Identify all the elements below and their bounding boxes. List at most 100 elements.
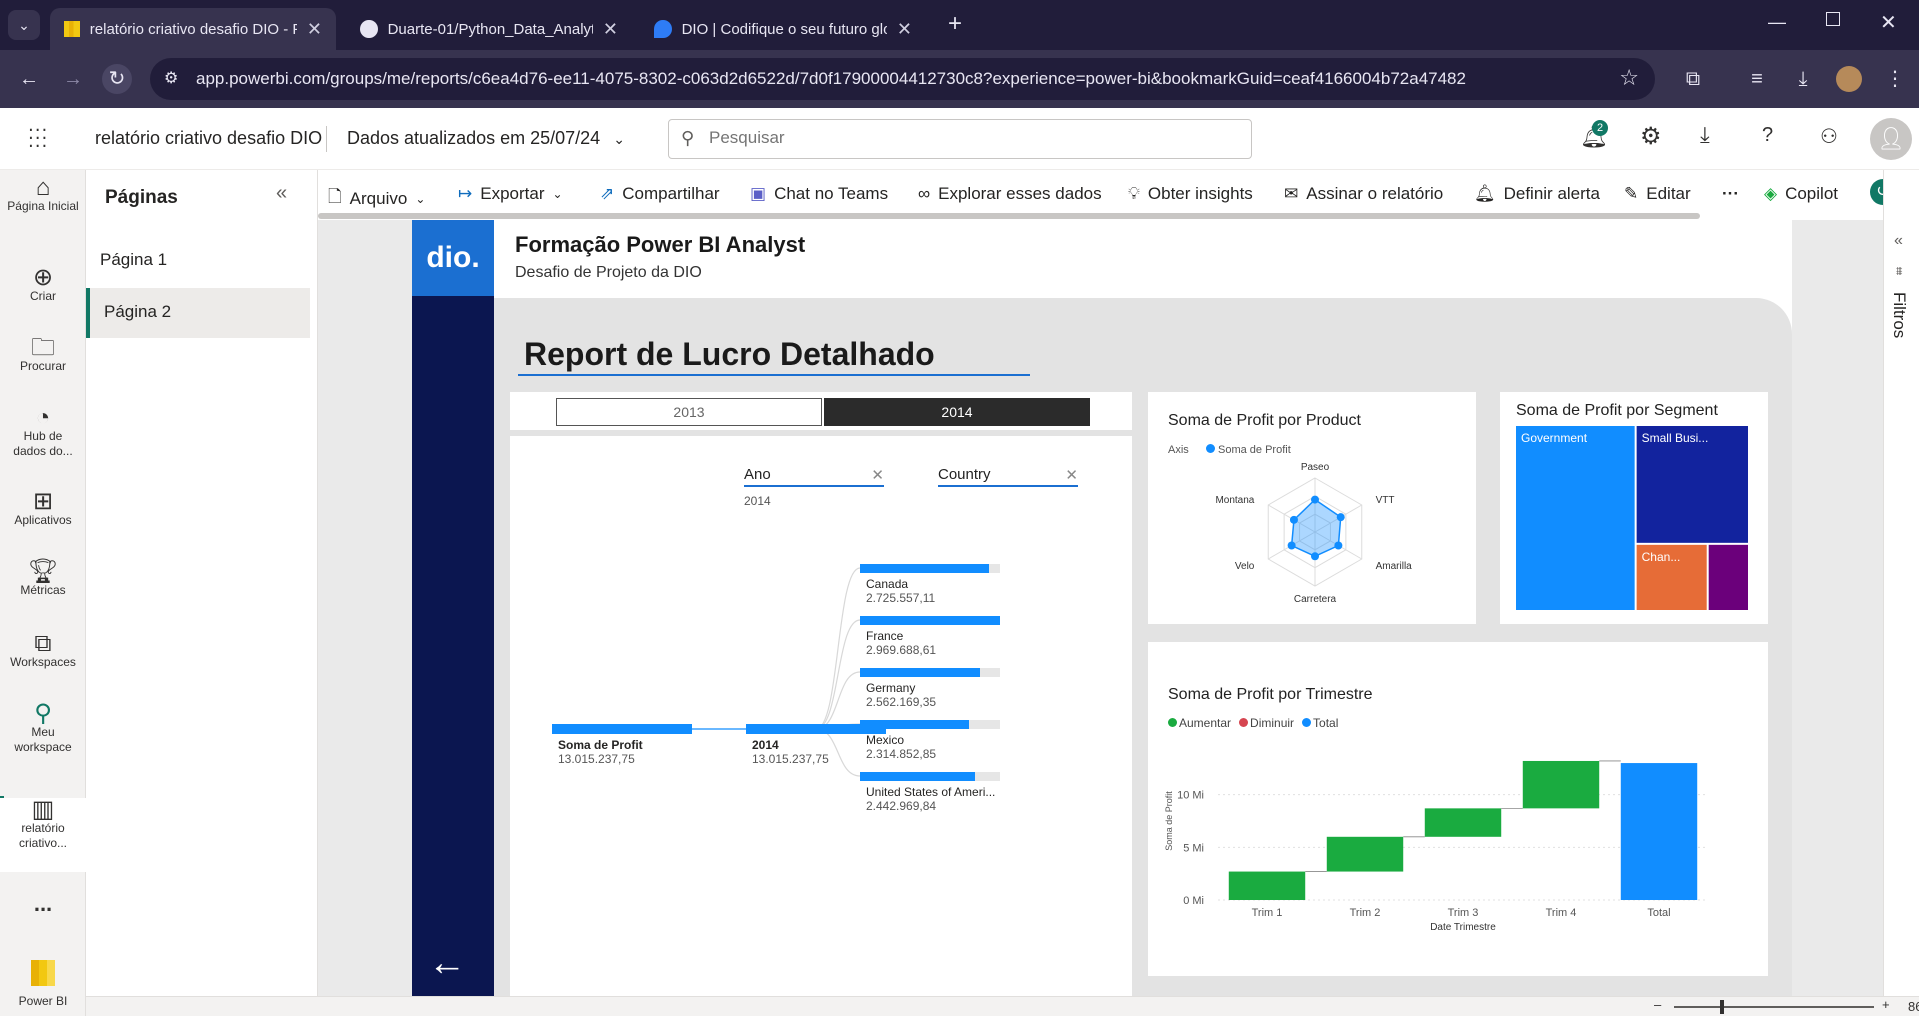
download-icon[interactable]: ⤓ <box>1700 122 1710 148</box>
close-icon[interactable]: ✕ <box>897 19 912 40</box>
close-window-button[interactable]: ✕ <box>1880 10 1897 35</box>
tree-country-node[interactable]: Mexico 2.314.852,85 <box>860 720 1000 761</box>
insights-button[interactable]: 💡︎ Obter insights <box>1128 184 1253 204</box>
nav-home[interactable]: ⌂ Página Inicial <box>0 176 86 214</box>
nav-current-report[interactable]: ▥ relatório criativo... <box>0 798 86 872</box>
waterfall-bar <box>1620 763 1698 900</box>
filters-label[interactable]: Filtros <box>1889 292 1909 338</box>
node-bar-fill <box>860 720 970 729</box>
treemap-plot[interactable]: Government Small Busi... Chan... <box>1516 426 1748 610</box>
zoom-out-button[interactable]: – <box>1654 997 1661 1012</box>
x-tick-label: Total <box>1647 907 1670 919</box>
report-name[interactable]: relatório criativo desafio DIO <box>95 128 322 149</box>
arquivo-menu[interactable]: 🗋︎ Arquivo ⌄ <box>328 184 425 213</box>
zoom-slider-thumb[interactable] <box>1720 1000 1724 1014</box>
node-label: France <box>866 629 904 643</box>
nav-label: Aplicativos <box>14 513 72 527</box>
site-settings-icon[interactable]: ⚙ <box>164 68 178 88</box>
search-box[interactable]: ⚲ <box>668 119 1252 159</box>
url-field[interactable]: ⚙ app.powerbi.com/groups/me/reports/c6ea… <box>150 58 1655 100</box>
zoom-in-button[interactable]: + <box>1882 997 1890 1012</box>
new-tab-button[interactable]: + <box>948 10 962 38</box>
tree-country-node[interactable]: Canada 2.725.557,11 <box>860 564 1000 605</box>
collapse-pane-icon[interactable]: « <box>276 182 287 205</box>
nav-more[interactable]: ... <box>0 893 86 915</box>
nav-workspaces[interactable]: ⧉ Workspaces <box>0 632 86 670</box>
download-icon[interactable]: ⤓ <box>1788 64 1818 94</box>
legend-item: Aumentar <box>1168 716 1231 730</box>
waterfall-plot[interactable]: 0 Mi 5 Mi 10 MiSoma de Profit Trim 1 Trim 2 T… <box>1148 732 1768 976</box>
more-options-button[interactable]: ··· <box>1722 184 1739 204</box>
reload-icon[interactable]: ↻ <box>102 64 132 94</box>
tree-connector-line <box>815 671 861 730</box>
browser-tab[interactable]: DIO | Codifique o seu futuro glo ✕ <box>640 8 926 50</box>
x-tick-label: Trim 2 <box>1350 907 1381 919</box>
back-icon[interactable]: ← <box>14 64 44 94</box>
explorar-button[interactable]: ∞ Explorar esses dados <box>918 184 1102 204</box>
settings-icon[interactable]: ⚙ <box>1640 122 1662 151</box>
minimize-button[interactable]: — <box>1768 12 1786 33</box>
menu-icon[interactable]: ⋮ <box>1880 64 1910 94</box>
close-icon[interactable]: ✕ <box>603 19 618 40</box>
nav-data-hub[interactable]: ◔ Hub de dados do... <box>0 406 86 459</box>
nav-create[interactable]: ⊕ Criar <box>0 266 86 304</box>
data-updated-dropdown[interactable]: Dados atualizados em 25/07/24 ⌄ <box>347 128 625 149</box>
back-arrow-icon[interactable]: ← <box>428 942 466 985</box>
nav-my-workspace[interactable]: ⚲ Meu workspace <box>0 702 86 755</box>
nav-metrics[interactable]: 🏆︎ Métricas <box>0 560 86 598</box>
node-label: Mexico <box>866 733 905 747</box>
tab-list-dropdown-button[interactable]: ⌄ <box>8 10 40 40</box>
exportar-menu[interactable]: ↦ Exportar ⌄ <box>458 184 563 204</box>
treemap-tile <box>1516 426 1635 610</box>
horizontal-scrollbar[interactable] <box>318 213 1700 219</box>
close-icon[interactable]: ✕ <box>307 19 322 40</box>
alerta-button[interactable]: 🔔︎ Definir alerta <box>1474 184 1600 204</box>
tree-country-node[interactable]: Germany 2.562.169,35 <box>860 668 1000 709</box>
chevron-down-icon: ⌄ <box>552 187 563 201</box>
slicer-option-2013[interactable]: 2013 <box>556 398 822 426</box>
nav-browse[interactable]: 🗀︎ Procurar <box>0 336 86 374</box>
app-launcher-icon[interactable]: ⋅⋅⋅ ⋅⋅⋅ ⋅⋅⋅ <box>28 121 52 155</box>
bookmark-star-icon[interactable]: ☆ <box>1619 65 1639 91</box>
waterfall-bar <box>1228 871 1306 900</box>
browser-tab[interactable]: Duarte-01/Python_Data_Analyti ✕ <box>346 8 632 50</box>
radar-category-label: Carretera <box>1294 594 1337 605</box>
help-icon[interactable]: ? <box>1762 124 1773 147</box>
radar-point <box>1311 495 1319 504</box>
account-avatar[interactable]: 👤︎ <box>1870 118 1912 160</box>
slicer-option-2014[interactable]: 2014 <box>824 398 1090 426</box>
page-item-2[interactable]: Página 2 <box>86 288 310 338</box>
node-value: 2.562.169,35 <box>866 695 937 709</box>
nav-apps[interactable]: ⊞ Aplicativos <box>0 490 86 528</box>
more-icon: ... <box>33 891 53 916</box>
radar-plot[interactable]: Paseo VTT Amarilla Carretera Velo Montana <box>1148 456 1476 624</box>
node-bar-track <box>860 772 1000 781</box>
assinar-button[interactable]: ✉ Assinar o relatório <box>1284 184 1443 204</box>
copilot-button[interactable]: ◈ Copilot <box>1764 184 1838 204</box>
maximize-button[interactable] <box>1826 12 1840 26</box>
feedback-icon[interactable]: ⚇ <box>1820 124 1838 149</box>
extensions-icon[interactable]: ⧉ <box>1678 64 1708 94</box>
chat-teams-button[interactable]: ▣ Chat no Teams <box>750 184 888 204</box>
node-bar-track <box>860 720 1000 729</box>
nav-label: Métricas <box>20 583 66 597</box>
tree-country-node[interactable]: United States of Ameri... 2.442.969,84 <box>860 772 1000 813</box>
browser-tab-active[interactable]: relatório criativo desafio DIO - P ✕ <box>50 8 336 50</box>
tree-root-node[interactable]: Soma de Profit 13.015.237,75 <box>552 724 692 766</box>
media-icon[interactable]: ≡ <box>1742 64 1772 94</box>
search-input[interactable] <box>709 128 1229 148</box>
zoom-slider[interactable] <box>1674 1006 1874 1008</box>
editar-button[interactable]: ✎ Editar <box>1624 184 1691 204</box>
page-item-1[interactable]: Página 1 <box>86 236 310 286</box>
filters-pane-collapsed[interactable]: « ⩩ Filtros <box>1883 170 1919 996</box>
slicer-label: 2014 <box>941 404 973 420</box>
legend-label: Diminuir <box>1250 716 1295 730</box>
copilot-label: Copilot <box>1785 184 1838 203</box>
compartilhar-button[interactable]: ⇗ Compartilhar <box>600 184 720 204</box>
avatar[interactable] <box>1836 66 1862 92</box>
nav-powerbi[interactable]: Power BI <box>0 960 86 1009</box>
exportar-label: Exportar <box>480 184 545 203</box>
tree-country-node[interactable]: France 2.969.688,61 <box>860 616 1000 657</box>
forward-icon[interactable]: → <box>58 64 88 94</box>
expand-filters-icon[interactable]: « <box>1894 232 1903 250</box>
